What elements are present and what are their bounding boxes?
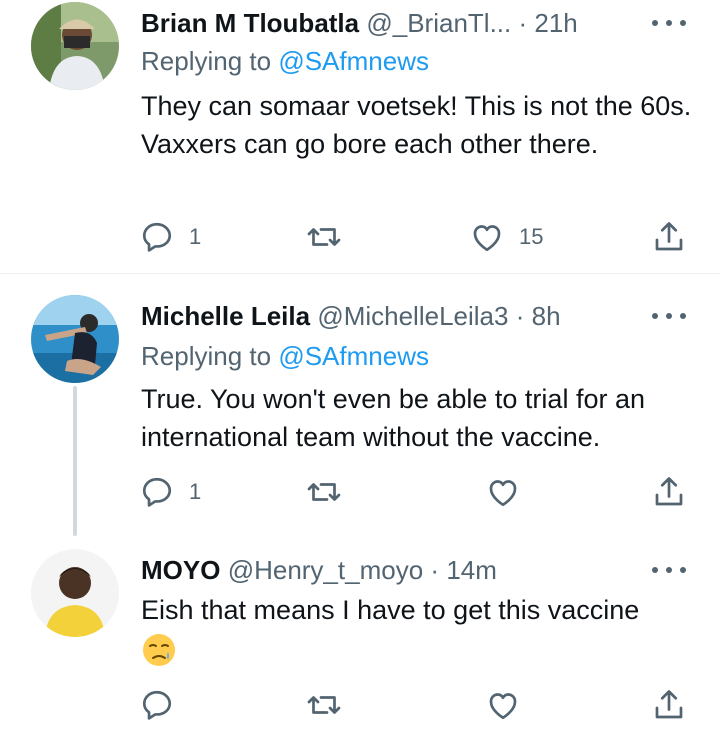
like-button[interactable]: 15 xyxy=(469,217,543,257)
more-options-icon[interactable] xyxy=(652,560,686,580)
display-name[interactable]: Brian M Tloubatla xyxy=(141,8,359,38)
display-name[interactable]: MOYO xyxy=(141,555,220,585)
avatar[interactable] xyxy=(31,2,119,90)
thread-line xyxy=(73,386,77,536)
heart-icon xyxy=(489,480,517,507)
separator-dot: · xyxy=(518,8,528,38)
reply-icon xyxy=(142,222,172,252)
share-icon xyxy=(655,477,683,506)
like-button[interactable] xyxy=(485,472,521,512)
user-handle[interactable]: @Henry_t_moyo xyxy=(228,555,423,585)
replying-to-label: Replying to xyxy=(141,341,272,371)
timestamp[interactable]: 8h xyxy=(532,301,561,331)
like-count: 15 xyxy=(519,224,544,249)
retweet-icon xyxy=(307,483,341,501)
tweet-actions: 1 xyxy=(0,472,720,512)
like-button[interactable] xyxy=(485,685,521,725)
reply-count: 1 xyxy=(189,224,202,249)
timestamp[interactable]: 14m xyxy=(446,555,497,585)
replying-to-label: Replying to xyxy=(141,46,272,76)
display-name[interactable]: Michelle Leila xyxy=(141,301,310,331)
heart-icon xyxy=(489,693,517,720)
reply-button[interactable]: 1 xyxy=(139,472,201,512)
replying-to: Replying to @SAfmnews xyxy=(141,341,429,372)
tweet-header: Michelle Leila @MichelleLeila3 · 8h xyxy=(141,296,671,336)
reply-icon xyxy=(142,477,172,507)
tweet-text: True. You won't even be able to trial fo… xyxy=(141,384,645,452)
separator-dot: · xyxy=(515,301,525,331)
avatar[interactable] xyxy=(31,549,119,637)
mention-link[interactable]: @SAfmnews xyxy=(278,341,429,371)
share-icon xyxy=(655,690,683,719)
share-button[interactable] xyxy=(651,685,687,725)
tweet-text: Eish that means I have to get this vacci… xyxy=(141,591,701,668)
avatar[interactable] xyxy=(31,295,119,383)
avatar-photo-michelle xyxy=(31,295,119,383)
tweet-moyo[interactable]: MOYO @Henry_t_moyo · 14m Eish that means… xyxy=(0,549,720,734)
user-handle[interactable]: @_BrianTl... xyxy=(366,8,511,38)
reply-button[interactable]: 1 xyxy=(139,217,201,257)
separator-dot: · xyxy=(430,555,440,585)
tweet-actions xyxy=(0,685,720,725)
reply-button[interactable] xyxy=(139,685,175,725)
replying-to: Replying to @SAfmnews xyxy=(141,46,429,77)
tweet-header: Brian M Tloubatla @_BrianTl... · 21h xyxy=(141,3,671,43)
tweet-actions: 1 15 xyxy=(0,217,720,257)
retweet-icon xyxy=(307,228,341,246)
timestamp[interactable]: 21h xyxy=(534,8,577,38)
retweet-button[interactable] xyxy=(306,217,342,257)
avatar-photo-moyo xyxy=(31,549,119,637)
avatar-photo-brian xyxy=(31,2,119,90)
more-options-icon[interactable] xyxy=(652,306,686,326)
tweet-header: MOYO @Henry_t_moyo · 14m xyxy=(141,550,671,590)
user-handle[interactable]: @MichelleLeila3 xyxy=(317,301,508,331)
more-options-icon[interactable] xyxy=(652,13,686,33)
share-icon xyxy=(655,222,683,251)
mention-link[interactable]: @SAfmnews xyxy=(278,46,429,76)
tweet-brian[interactable]: Brian M Tloubatla @_BrianTl... · 21h Rep… xyxy=(0,0,720,273)
tweet-text-content: Eish that means I have to get this vacci… xyxy=(141,595,640,625)
share-button[interactable] xyxy=(651,472,687,512)
tweet-michelle[interactable]: Michelle Leila @MichelleLeila3 · 8h Repl… xyxy=(0,274,720,549)
reply-count: 1 xyxy=(189,479,202,504)
reply-icon xyxy=(142,690,172,720)
retweet-button[interactable] xyxy=(306,685,342,725)
share-button[interactable] xyxy=(651,217,687,257)
heart-icon xyxy=(473,225,501,252)
tweet-text: They can somaar voetsek! This is not the… xyxy=(141,91,692,159)
retweet-button[interactable] xyxy=(306,472,342,512)
retweet-icon xyxy=(307,696,341,714)
sad-relieved-face-icon xyxy=(143,633,175,666)
